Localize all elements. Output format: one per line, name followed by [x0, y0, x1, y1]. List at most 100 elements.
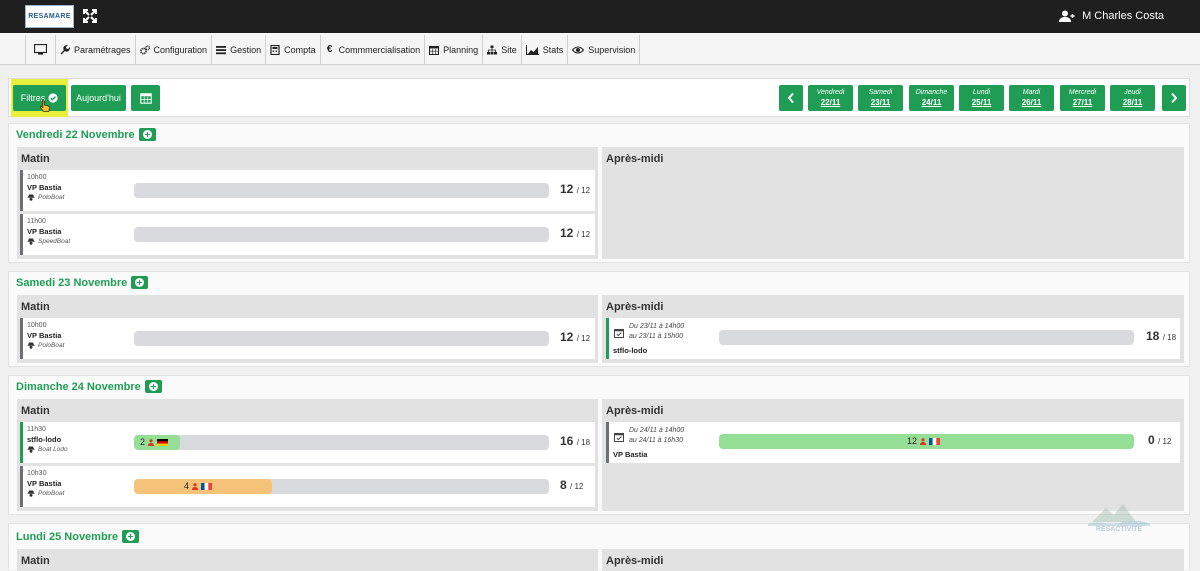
afternoon-panel: Après-midi — [602, 147, 1184, 259]
menu-item-dashboard[interactable] — [26, 35, 56, 64]
day-nav-button[interactable]: Mardi 26/11 — [1009, 85, 1054, 111]
menu-item-gestion[interactable]: Gestion — [212, 35, 267, 64]
day-title: Lundi 25 Novembre — [16, 530, 140, 543]
calendar-check-icon — [614, 433, 624, 442]
total-count: / 18 — [576, 438, 591, 447]
day-nav-date: 23/11 — [870, 98, 891, 107]
date-picker-button[interactable] — [131, 85, 160, 111]
day-nav-name: Lundi — [972, 89, 991, 96]
euro-icon: € — [326, 44, 333, 55]
available-count: 12 — [560, 182, 574, 196]
event-card[interactable]: Du 24/11 à 14h00 au 24/11 à 16h30 VP Bast… — [606, 422, 1180, 463]
slot-time: 10h30 — [27, 470, 47, 477]
menu-item-compta[interactable]: Compta — [266, 35, 321, 64]
day-nav-button[interactable]: Samedi 23/11 — [858, 85, 903, 111]
capacity-bar — [134, 183, 549, 198]
slot-card[interactable]: 11h00 VP Bastia SpeedBoat 12 / 12 — [20, 214, 595, 255]
captain-icon — [27, 194, 35, 201]
day-nav-button[interactable]: Lundi 25/11 — [959, 85, 1004, 111]
hand-cursor-icon — [39, 100, 51, 112]
event-dates: Du 23/11 à 14h00 au 23/11 à 15h00 — [629, 322, 684, 342]
fullscreen-icon[interactable] — [83, 9, 97, 23]
next-day-button[interactable] — [1162, 85, 1186, 111]
event-end: au 24/11 à 16h30 — [629, 437, 683, 444]
slot-card[interactable]: 11h30 stflo-lodo Boat Lodo 2 16 / 18 — [20, 422, 595, 463]
today-button[interactable]: Aujourd'hui — [71, 85, 126, 111]
app-logo[interactable]: RESAMARE — [25, 5, 74, 28]
menu-item-stats[interactable]: Stats — [522, 35, 569, 64]
user-menu[interactable]: M Charles Costa — [1059, 10, 1164, 22]
menu-item-supervision[interactable]: Supervision — [568, 35, 641, 64]
event-card[interactable]: Du 23/11 à 14h00 au 23/11 à 15h00 stflo-l… — [606, 318, 1180, 359]
add-booking-button[interactable] — [122, 530, 140, 543]
main-menu: Paramétrages Configuration Gestion Compt… — [25, 35, 641, 64]
day-nav-button[interactable]: Mercredi 27/11 — [1060, 85, 1105, 111]
capacity-bar: 2 — [134, 435, 549, 450]
total-count: / 12 — [570, 482, 584, 491]
available-count: 18 — [1146, 329, 1160, 343]
day-nav-date: 24/11 — [921, 98, 942, 107]
person-icon — [148, 438, 155, 446]
booking-label[interactable]: 12 — [907, 436, 941, 446]
wrench-icon — [60, 44, 70, 55]
booking-label[interactable]: 4 — [184, 481, 213, 491]
top-bar: RESAMARE M Charles Costa — [0, 0, 1200, 33]
add-booking-button[interactable] — [131, 276, 149, 289]
add-booking-button[interactable] — [138, 128, 156, 141]
slot-card[interactable]: 10h30 VP Bastia PoloBoat 4 8 / 12 — [20, 466, 595, 507]
afternoon-title: Après-midi — [606, 405, 664, 417]
day-nav-button[interactable]: Vendredi 22/11 — [808, 85, 853, 111]
afternoon-title: Après-midi — [606, 153, 664, 165]
chart-icon — [525, 44, 539, 55]
slot-status-bar — [20, 318, 23, 359]
slot-boat-name: PoloBoat — [38, 194, 65, 201]
plus-icon — [148, 382, 158, 391]
slot-boat: PoloBoat — [27, 194, 64, 201]
today-label: Aujourd'hui — [76, 93, 121, 103]
day-nav-name: Samedi — [868, 89, 893, 96]
sitemap-icon — [487, 45, 498, 55]
total-count: / 18 — [1162, 333, 1177, 342]
menu-item-commercialisation[interactable]: € Commmercialisation — [321, 35, 426, 64]
total-count: / 12 — [576, 230, 591, 239]
event-dates: Du 24/11 à 14h00 au 24/11 à 16h30 — [629, 426, 684, 446]
slot-card[interactable]: 10h00 VP Bastia PoloBoat 12 / 12 — [20, 170, 595, 211]
flag-france-icon — [929, 437, 941, 445]
morning-panel: Matin 10h00 VP Bastia PoloBoat 12 / 12 1… — [17, 147, 598, 259]
slot-status-bar — [20, 170, 23, 211]
add-booking-button[interactable] — [144, 380, 162, 393]
availability-count: 12 / 12 — [560, 226, 590, 240]
menu-item-configuration[interactable]: Configuration — [136, 35, 213, 64]
booking-label[interactable]: 2 — [140, 437, 169, 447]
booked-count: 2 — [140, 437, 146, 447]
day-nav-button[interactable]: Dimanche 24/11 — [909, 85, 954, 111]
chevron-left-icon — [787, 92, 794, 104]
day-title: Samedi 23 Novembre — [16, 276, 149, 289]
morning-title: Matin — [21, 153, 50, 165]
slot-status-bar — [606, 422, 609, 463]
day-nav-name: Jeudi — [1124, 89, 1141, 96]
event-end: au 23/11 à 15h00 — [629, 333, 683, 340]
event-activity-name: stflo-lodo — [613, 346, 648, 355]
slot-boat-name: PoloBoat — [38, 342, 65, 349]
menu-item-parametrages[interactable]: Paramétrages — [56, 35, 136, 64]
person-icon — [192, 482, 199, 490]
day-nav-name: Vendredi — [816, 89, 845, 96]
day-title-text: Lundi 25 Novembre — [16, 530, 119, 543]
plus-icon — [135, 278, 145, 287]
plus-icon — [142, 130, 152, 139]
slot-card[interactable]: 10h00 VP Bastia PoloBoat 12 / 12 — [20, 318, 595, 359]
day-nav-button[interactable]: Jeudi 28/11 — [1110, 85, 1155, 111]
previous-day-button[interactable] — [779, 85, 803, 111]
day-title-text: Vendredi 22 Novembre — [16, 128, 135, 141]
calendar-icon — [429, 45, 440, 55]
day-nav-date: 25/11 — [971, 98, 992, 107]
menu-label: Paramétrages — [74, 44, 131, 55]
capacity-bar: 12 — [719, 434, 1134, 449]
menu-item-planning[interactable]: Planning — [425, 35, 484, 64]
menu-label: Supervision — [588, 44, 636, 55]
menu-item-site[interactable]: Site — [483, 35, 522, 64]
slot-status-bar — [606, 318, 609, 359]
user-name: M Charles Costa — [1082, 10, 1164, 22]
watermark-text: RESACTIVITE — [1095, 526, 1143, 533]
